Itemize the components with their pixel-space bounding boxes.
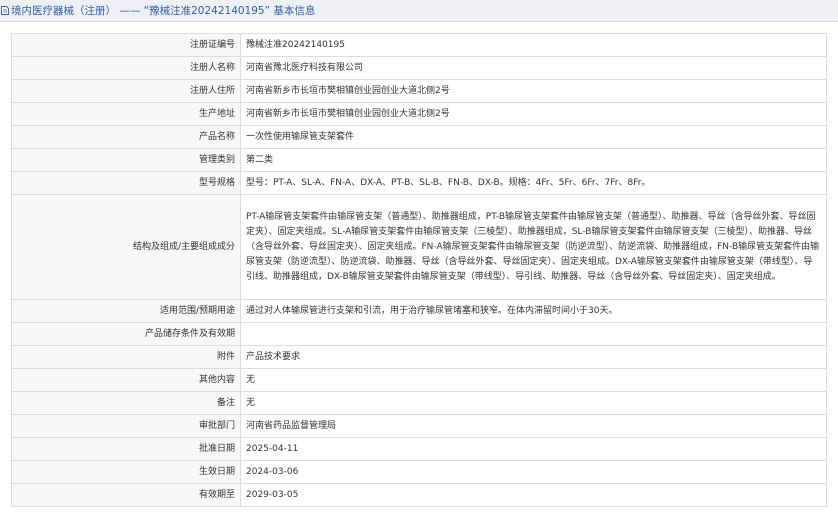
field-label: 其他内容 [11,368,241,392]
field-label: 注册人住所 [11,79,241,103]
field-label: 生效日期 [11,460,241,484]
info-table: 注册证编号 豫械注准20242140195 注册人名称 河南省豫北医疗科技有限公… [11,33,827,507]
field-value: 河南省新乡市长垣市樊相镇创业园创业大道北侧2号 [240,79,827,103]
table-row: 备注 无 [11,391,827,415]
field-label: 有效期至 [11,483,241,507]
field-value: PT-A输尿管支架套件由输尿管支架（普通型）、助推器组成，PT-B输尿管支架套件… [240,194,827,300]
table-row: 附件 产品技术要求 [11,345,827,369]
field-value [240,322,827,346]
document-icon [1,6,9,15]
table-row: 有效期至 2029-03-05 [11,483,827,507]
field-value: 豫械注准20242140195 [240,33,827,57]
table-row: 注册人名称 河南省豫北医疗科技有限公司 [11,56,827,80]
page-title: 境内医疗器械（注册） —— “豫械注准20242140195” 基本信息 [11,5,316,17]
field-value: 2029-03-05 [240,483,827,507]
table-row: 审批部门 河南省药品监督管理局 [11,414,827,438]
field-value: 通过对人体输尿管进行支架和引流，用于治疗输尿管堵塞和狭窄。在体内滞留时间小于30… [240,299,827,323]
table-row: 批准日期 2025-04-11 [11,437,827,461]
field-label: 附件 [11,345,241,369]
table-row: 产品储存条件及有效期 [11,322,827,346]
title-bar: 境内医疗器械（注册） —— “豫械注准20242140195” 基本信息 [0,0,838,22]
field-label: 备注 [11,391,241,415]
table-row: 适用范围/预期用途 通过对人体输尿管进行支架和引流，用于治疗输尿管堵塞和狭窄。在… [11,299,827,323]
table-row: 结构及组成/主要组成成分 PT-A输尿管支架套件由输尿管支架（普通型）、助推器组… [11,194,827,300]
table-row: 其他内容 无 [11,368,827,392]
field-label: 型号规格 [11,171,241,195]
page: 境内医疗器械（注册） —— “豫械注准20242140195” 基本信息 注册证… [0,0,838,529]
field-value: 型号：PT-A、SL-A、FN-A、DX-A、PT-B、SL-B、FN-B、DX… [240,171,827,195]
table-row: 注册人住所 河南省新乡市长垣市樊相镇创业园创业大道北侧2号 [11,79,827,103]
field-value: 河南省药品监督管理局 [240,414,827,438]
field-value: 河南省新乡市长垣市樊相镇创业园创业大道北侧2号 [240,102,827,126]
field-value: 产品技术要求 [240,345,827,369]
field-label: 结构及组成/主要组成成分 [11,194,241,300]
field-label: 产品储存条件及有效期 [11,322,241,346]
field-label: 批准日期 [11,437,241,461]
field-value: 无 [240,368,827,392]
field-label: 注册人名称 [11,56,241,80]
field-label: 注册证编号 [11,33,241,57]
table-row: 注册证编号 豫械注准20242140195 [11,33,827,57]
field-value: 河南省豫北医疗科技有限公司 [240,56,827,80]
field-value: 第二类 [240,148,827,172]
field-value: 2025-04-11 [240,437,827,461]
field-label: 管理类别 [11,148,241,172]
field-label: 适用范围/预期用途 [11,299,241,323]
table-row: 生效日期 2024-03-06 [11,460,827,484]
field-label: 审批部门 [11,414,241,438]
field-value: 无 [240,391,827,415]
table-row: 管理类别 第二类 [11,148,827,172]
field-label: 产品名称 [11,125,241,149]
table-row: 型号规格 型号：PT-A、SL-A、FN-A、DX-A、PT-B、SL-B、FN… [11,171,827,195]
table-row: 生产地址 河南省新乡市长垣市樊相镇创业园创业大道北侧2号 [11,102,827,126]
table-row: 产品名称 一次性使用输尿管支架套件 [11,125,827,149]
field-value: 一次性使用输尿管支架套件 [240,125,827,149]
field-value: 2024-03-06 [240,460,827,484]
field-label: 生产地址 [11,102,241,126]
